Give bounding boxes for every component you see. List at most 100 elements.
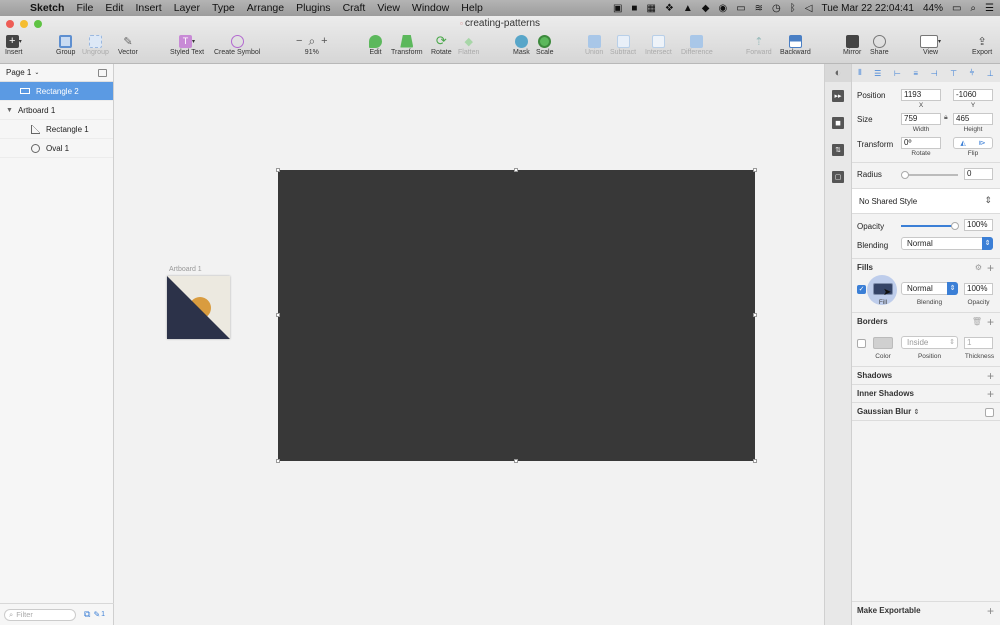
transform-button[interactable]: Transform bbox=[391, 33, 423, 56]
resize-handle[interactable] bbox=[753, 459, 757, 463]
copy-icon[interactable]: ⧉ bbox=[84, 609, 90, 620]
menu-arrange[interactable]: Arrange bbox=[241, 2, 290, 14]
resize-handle[interactable] bbox=[753, 313, 757, 317]
resize-handle[interactable] bbox=[276, 459, 280, 463]
slider-knob[interactable] bbox=[901, 171, 909, 179]
layer-artboard-1[interactable]: ▼ Artboard 1 bbox=[0, 101, 113, 120]
menubar-clock[interactable]: Tue Mar 22 22:04:41 bbox=[821, 3, 913, 14]
trash-icon[interactable]: 🗑︎ bbox=[972, 313, 982, 331]
group-button[interactable]: Group bbox=[56, 33, 75, 56]
menu-layer[interactable]: Layer bbox=[168, 2, 206, 14]
scale-button[interactable]: Scale bbox=[536, 33, 554, 56]
menu-view[interactable]: View bbox=[371, 2, 406, 14]
flip-horizontal-icon[interactable]: ◭ bbox=[960, 139, 965, 147]
page-selector[interactable]: Page 1 ⌄ bbox=[0, 64, 113, 82]
flatten-button[interactable]: ◆ Flatten bbox=[458, 33, 479, 57]
menu-help[interactable]: Help bbox=[455, 2, 489, 14]
filter-input[interactable]: ⌕ Filter bbox=[4, 608, 76, 621]
zoom-out-icon[interactable]: − bbox=[296, 35, 302, 47]
add-shadow-icon[interactable]: + bbox=[987, 367, 994, 385]
menu-craft[interactable]: Craft bbox=[337, 2, 372, 14]
shared-style-select[interactable]: No Shared Style ⇕ bbox=[852, 188, 1000, 214]
menu-plugins[interactable]: Plugins bbox=[290, 2, 336, 14]
align-left-icon[interactable]: ⊢ bbox=[894, 69, 901, 78]
menu-insert[interactable]: Insert bbox=[129, 2, 167, 14]
radius-slider[interactable] bbox=[901, 171, 958, 179]
zoom-in-icon[interactable]: + bbox=[321, 35, 327, 47]
intersect-button[interactable]: Intersect bbox=[645, 33, 672, 56]
wifi-icon[interactable]: ≋ bbox=[755, 3, 763, 14]
opacity-field[interactable]: 100% bbox=[964, 219, 993, 231]
notifications-icon[interactable]: ☰ bbox=[985, 3, 994, 14]
resize-handle[interactable] bbox=[753, 168, 757, 172]
align-bottom-icon[interactable]: ⊥ bbox=[987, 69, 994, 78]
y-field[interactable]: -1060 bbox=[953, 89, 993, 101]
battery-percent[interactable]: 44% bbox=[923, 3, 943, 14]
share-button[interactable]: Share bbox=[870, 33, 889, 56]
make-exportable-label[interactable]: Make Exportable bbox=[857, 606, 921, 615]
menu-edit[interactable]: Edit bbox=[99, 2, 129, 14]
layer-rectangle-1[interactable]: Rectangle 1 bbox=[0, 120, 113, 139]
add-inner-shadow-icon[interactable]: + bbox=[987, 385, 994, 403]
disclosure-triangle-icon[interactable]: ▼ bbox=[6, 107, 13, 114]
add-fill-icon[interactable]: + bbox=[987, 259, 994, 277]
border-checkbox[interactable] bbox=[857, 339, 866, 348]
menu-file[interactable]: File bbox=[70, 2, 99, 14]
selected-rectangle[interactable] bbox=[276, 168, 757, 463]
resize-handle[interactable] bbox=[514, 459, 518, 463]
rotate-button[interactable]: ⟳ Rotate bbox=[431, 33, 452, 56]
evernote-icon[interactable]: ◆ bbox=[702, 3, 710, 14]
fill-opacity-field[interactable]: 100% bbox=[964, 283, 993, 295]
edit-button[interactable]: Edit bbox=[369, 33, 382, 56]
blur-checkbox[interactable] bbox=[985, 408, 994, 417]
insert-button[interactable]: + ▾ Insert bbox=[5, 33, 23, 56]
mirror-button[interactable]: Mirror bbox=[843, 33, 861, 56]
status-app-icon[interactable]: ▣ bbox=[613, 3, 622, 14]
backward-button[interactable]: Backward bbox=[780, 33, 811, 56]
blending-select[interactable]: Normal ⇕ bbox=[901, 237, 993, 250]
distribute-horizontal-icon[interactable]: ⫴ bbox=[858, 68, 861, 78]
mask-button[interactable]: Mask bbox=[513, 33, 530, 56]
drive-icon[interactable]: ▲ bbox=[683, 3, 693, 14]
brush-icon[interactable]: ✎ bbox=[93, 610, 100, 619]
canvas[interactable]: Artboard 1 bbox=[115, 64, 824, 625]
spotlight-icon[interactable]: ⌕ bbox=[970, 3, 976, 14]
difference-button[interactable]: Difference bbox=[681, 33, 713, 56]
craft-sync-icon[interactable]: ⇅ bbox=[832, 144, 844, 156]
airplay-icon[interactable]: ▭ bbox=[736, 3, 745, 14]
menu-type[interactable]: Type bbox=[206, 2, 241, 14]
align-top-icon[interactable]: ⊤ bbox=[950, 69, 957, 78]
vector-button[interactable]: ✎ Vector bbox=[118, 33, 138, 57]
border-color-well[interactable] bbox=[873, 337, 893, 349]
align-center-icon[interactable]: ≡ bbox=[913, 69, 918, 78]
craft-prototype-icon[interactable]: ▢ bbox=[832, 171, 844, 183]
flip-vertical-icon[interactable]: ⧐ bbox=[979, 139, 986, 147]
view-button[interactable]: ▾ View bbox=[920, 33, 941, 56]
screen-record-icon[interactable]: ■ bbox=[631, 3, 637, 14]
layer-rectangle-2[interactable]: Rectangle 2 bbox=[0, 82, 113, 101]
union-button[interactable]: Union bbox=[585, 33, 603, 56]
border-thickness-field[interactable]: 1 bbox=[964, 337, 993, 349]
zoom-control[interactable]: − ⌕ + 91% bbox=[296, 33, 328, 57]
export-button[interactable]: ⇪ Export bbox=[972, 33, 992, 57]
gear-icon[interactable]: ⚙ bbox=[975, 259, 982, 277]
fill-checkbox[interactable]: ✓ bbox=[857, 285, 866, 294]
x-field[interactable]: 1193 bbox=[901, 89, 941, 101]
subtract-button[interactable]: Subtract bbox=[610, 33, 636, 56]
align-middle-icon[interactable]: ⫩ bbox=[970, 68, 975, 78]
border-position-select[interactable]: Inside ⇕ bbox=[901, 336, 958, 349]
cloud-icon[interactable]: ◉ bbox=[718, 3, 727, 14]
battery-icon[interactable]: ▭ bbox=[952, 3, 961, 14]
lock-icon[interactable]: 🔒︎ bbox=[944, 114, 948, 122]
forward-button[interactable]: ⇡ Forward bbox=[746, 33, 772, 57]
volume-icon[interactable]: ◁ bbox=[805, 3, 813, 14]
rotate-field[interactable]: 0º bbox=[901, 137, 941, 149]
distribute-vertical-icon[interactable]: ☰ bbox=[874, 69, 881, 78]
slider-knob[interactable] bbox=[951, 222, 959, 230]
resize-handle[interactable] bbox=[276, 313, 280, 317]
artboard-label[interactable]: Artboard 1 bbox=[169, 266, 202, 273]
radius-field[interactable]: 0 bbox=[964, 168, 993, 180]
craft-data-icon[interactable]: ◼ bbox=[832, 117, 844, 129]
artboard-thumbnail[interactable] bbox=[167, 276, 230, 339]
layer-oval-1[interactable]: Oval 1 bbox=[0, 139, 113, 158]
